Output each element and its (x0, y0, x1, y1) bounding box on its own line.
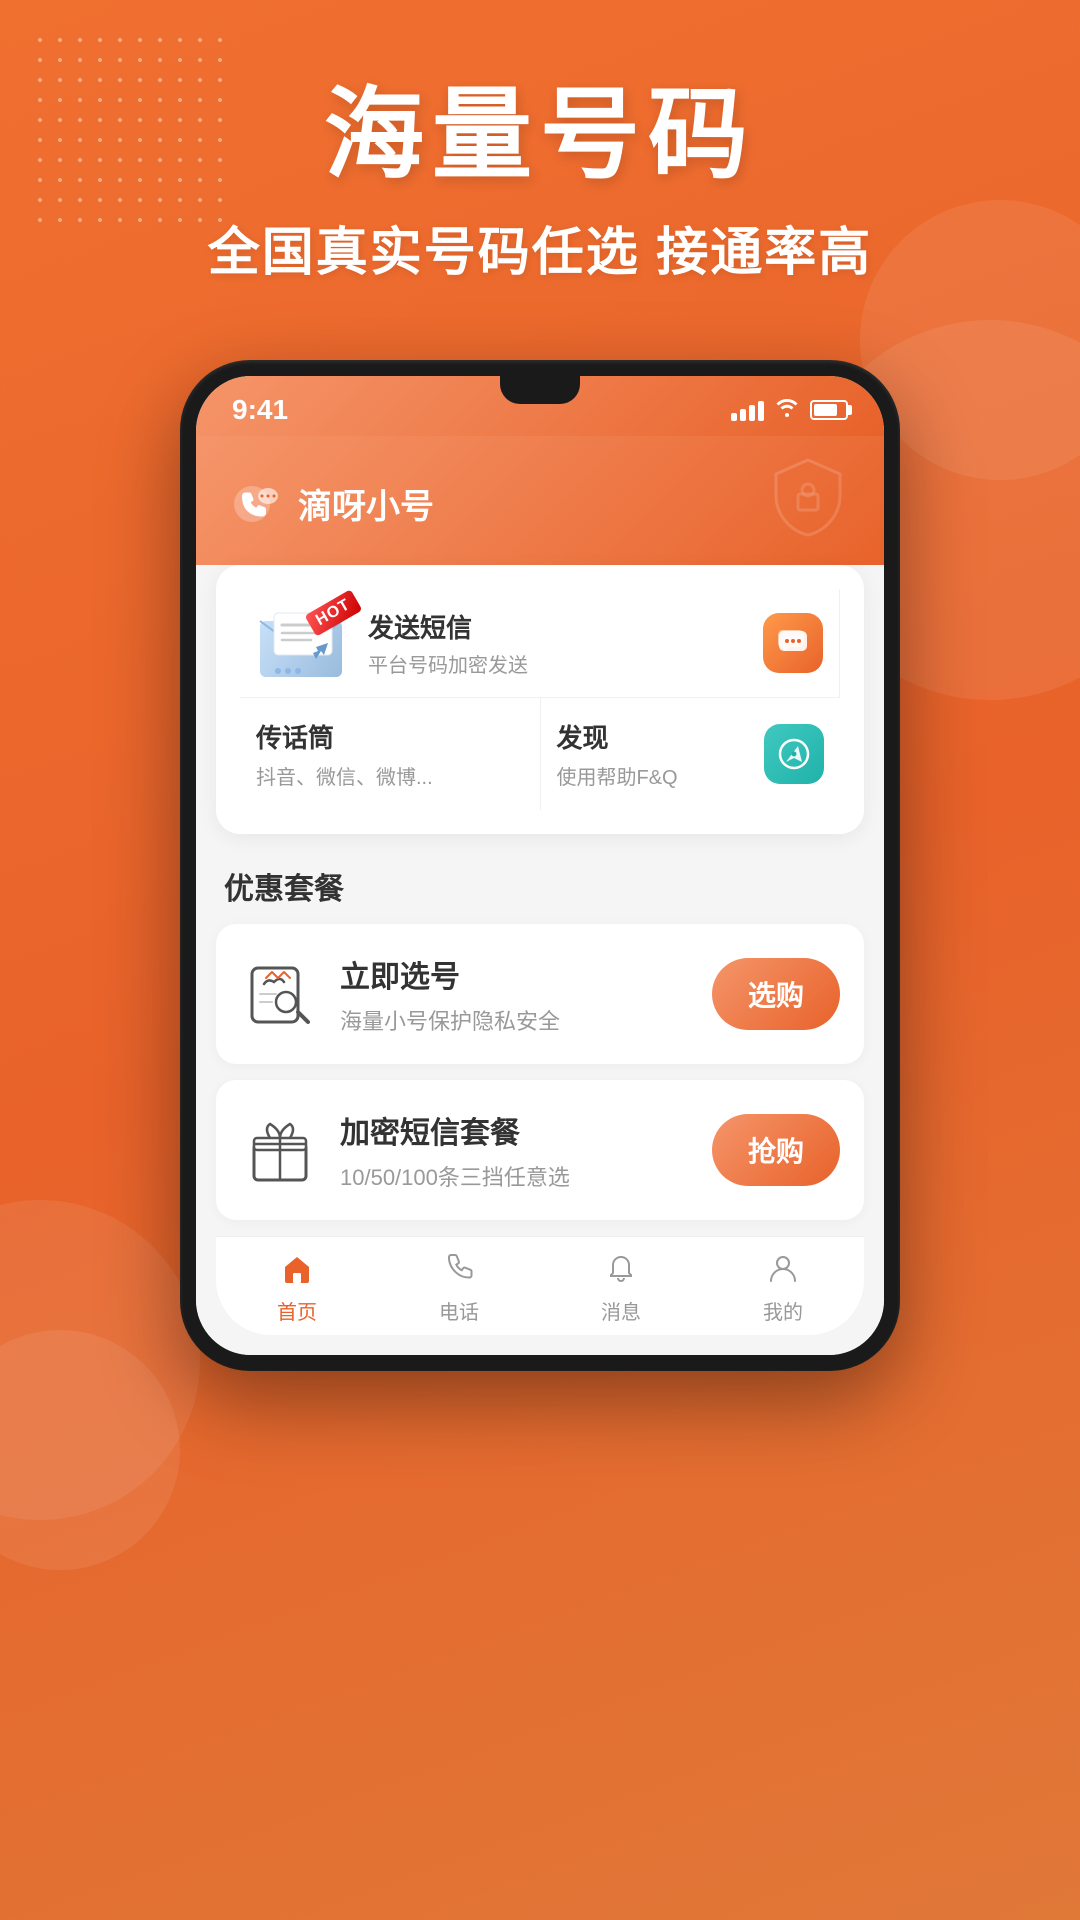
nav-item-phone[interactable]: 电话 (378, 1253, 540, 1325)
package-icon-1 (240, 954, 320, 1034)
envelope-icon: HOT (256, 605, 356, 681)
feature-card: HOT 发送短信 平台号码加密发送 (216, 565, 864, 834)
package-name-1: 立即选号 (340, 952, 692, 996)
battery-icon (810, 400, 848, 420)
sms-bubble-icon (763, 613, 823, 673)
package-btn-1[interactable]: 选购 (712, 958, 840, 1030)
main-title: 海量号码 (0, 80, 1080, 190)
nav-label-mine: 我的 (763, 1296, 803, 1325)
signal-icon (731, 399, 764, 421)
package-card-2: 加密短信套餐 10/50/100条三挡任意选 抢购 (216, 1080, 864, 1220)
phone-notch (500, 376, 580, 404)
package-info-2: 加密短信套餐 10/50/100条三挡任意选 (340, 1108, 692, 1192)
nav-item-message[interactable]: 消息 (540, 1253, 702, 1325)
sms-desc: 平台号码加密发送 (368, 649, 751, 678)
phone-outer: 9:41 (180, 360, 900, 1371)
app-logo: 滴呀小号 (232, 478, 434, 530)
app-content: HOT 发送短信 平台号码加密发送 (196, 565, 884, 1355)
app-name: 滴呀小号 (298, 479, 434, 528)
wifi-icon (774, 396, 800, 424)
sms-title: 发送短信 (368, 608, 751, 645)
status-icons (731, 396, 848, 424)
discover-bubble-icon (764, 724, 824, 784)
nav-item-home[interactable]: 首页 (216, 1253, 378, 1325)
phone-mockup: 9:41 (180, 360, 900, 1371)
app-header: 滴呀小号 (196, 436, 884, 581)
package-info-1: 立即选号 海量小号保护隐私安全 (340, 952, 692, 1036)
header-section: 海量号码 全国真实号码任选 接通率高 (0, 80, 1080, 285)
package-desc-2: 10/50/100条三挡任意选 (340, 1160, 692, 1192)
sub-title: 全国真实号码任选 接通率高 (0, 210, 1080, 285)
status-time: 9:41 (232, 394, 288, 426)
chuanhuatong-title: 传话筒 (256, 718, 524, 755)
package-card-1: 立即选号 海量小号保护隐私安全 选购 (216, 924, 864, 1064)
nav-label-message: 消息 (601, 1296, 641, 1325)
user-icon (767, 1253, 799, 1290)
package-icon-2 (240, 1110, 320, 1190)
nav-item-mine[interactable]: 我的 (702, 1253, 864, 1325)
package-desc-1: 海量小号保护隐私安全 (340, 1004, 692, 1036)
chuanhuatong-feature[interactable]: 传话筒 抖音、微信、微博... (240, 698, 541, 810)
app-logo-icon (232, 478, 284, 530)
bottom-nav: 首页 电话 (216, 1236, 864, 1335)
bell-icon (605, 1253, 637, 1290)
nav-label-phone: 电话 (439, 1296, 479, 1325)
package-btn-2[interactable]: 抢购 (712, 1114, 840, 1186)
shield-icon (768, 456, 848, 551)
phone-icon (443, 1253, 475, 1290)
home-icon (281, 1253, 313, 1290)
chuanhuatong-desc: 抖音、微信、微博... (256, 761, 524, 790)
sms-feature-item[interactable]: HOT 发送短信 平台号码加密发送 (240, 589, 840, 697)
phone-screen: 9:41 (196, 376, 884, 1355)
discover-feature[interactable]: 发现 使用帮助F&Q (541, 698, 841, 810)
nav-label-home: 首页 (277, 1296, 317, 1325)
package-name-2: 加密短信套餐 (340, 1108, 692, 1152)
section-title: 优惠套餐 (224, 864, 864, 908)
